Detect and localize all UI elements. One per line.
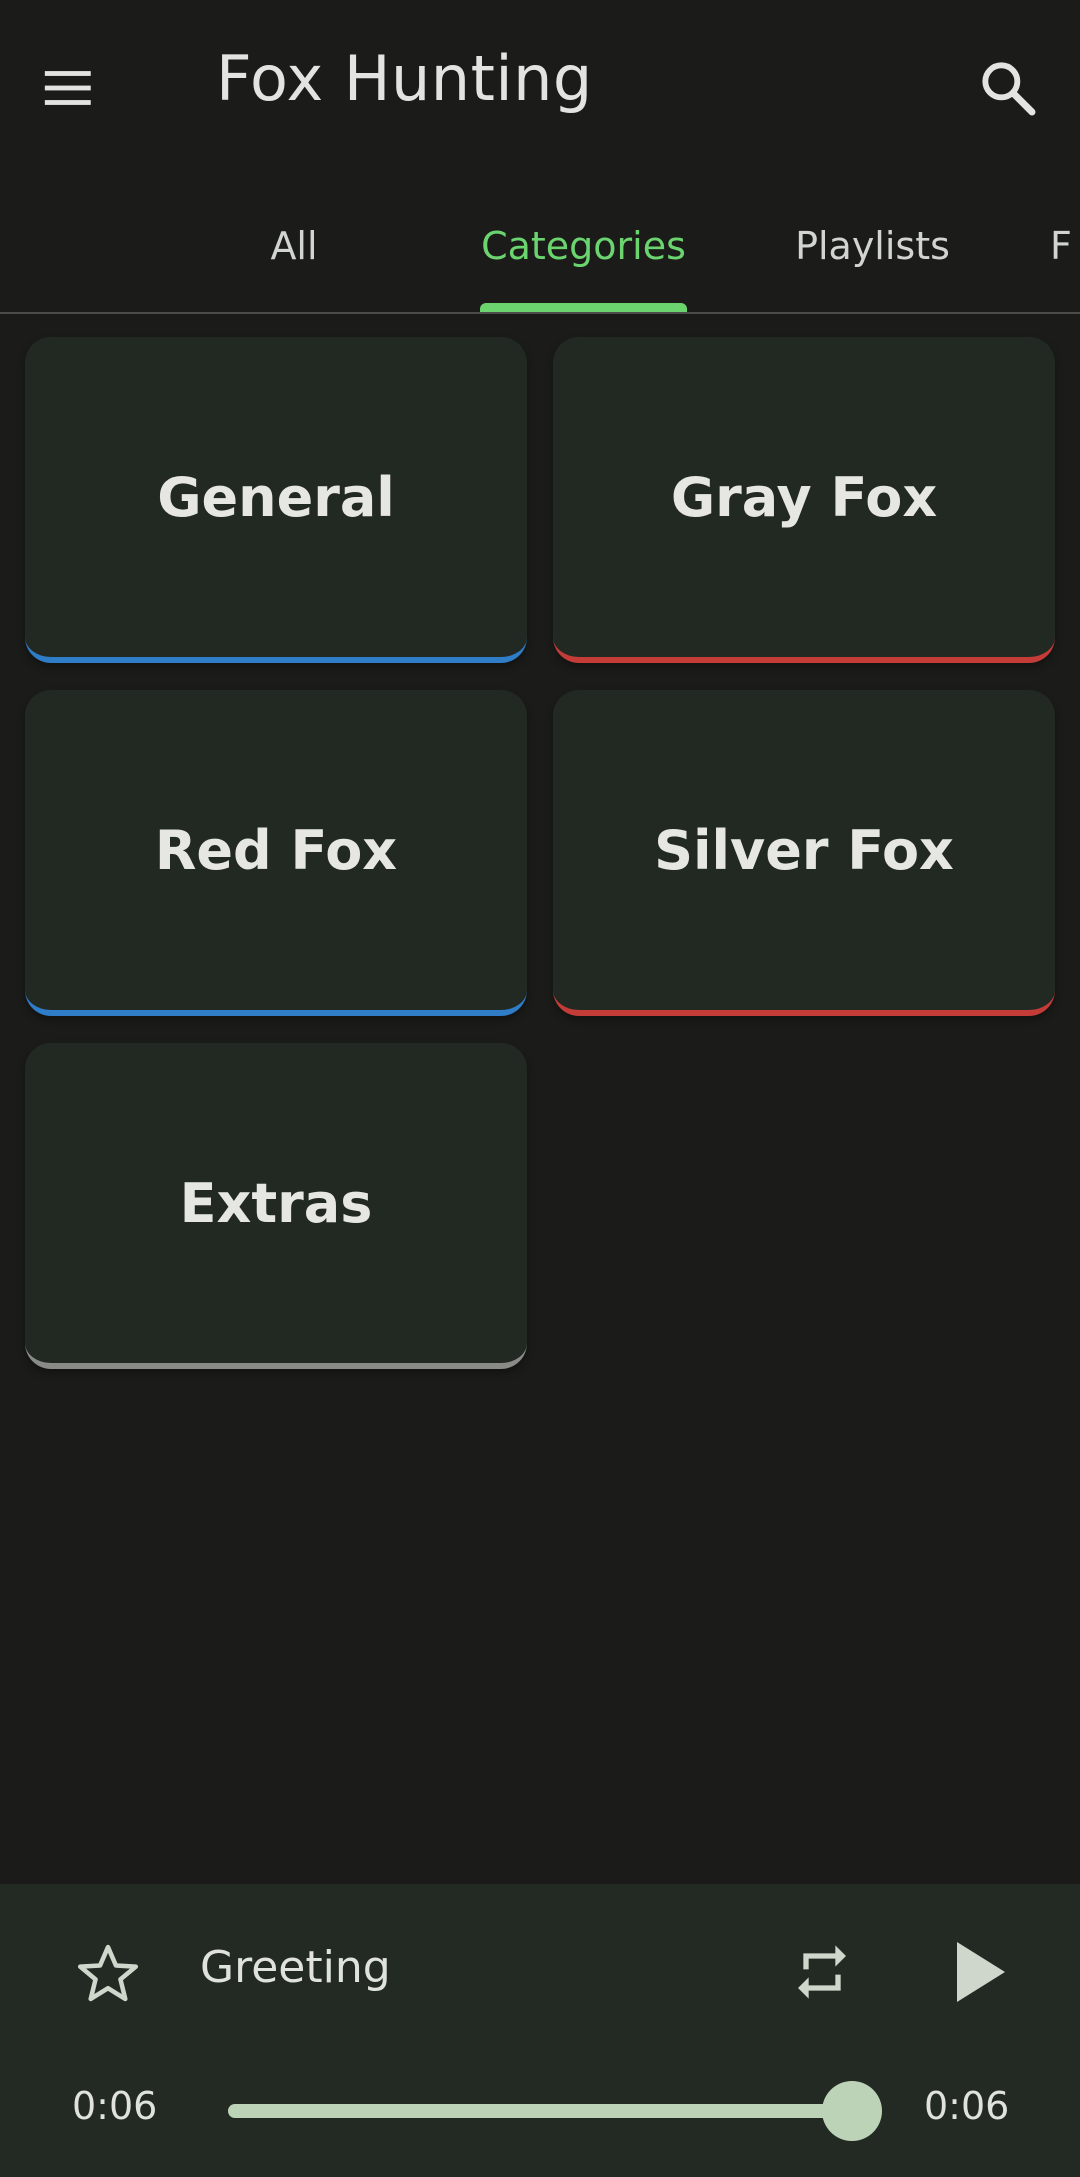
category-card-gray-fox[interactable]: Gray Fox (553, 337, 1055, 663)
tab-categories[interactable]: Categories (460, 180, 707, 312)
seek-bar[interactable] (228, 2081, 882, 2141)
search-button[interactable] (968, 48, 1048, 128)
page-title: Fox Hunting (216, 42, 593, 115)
play-button[interactable] (942, 1936, 1014, 2008)
tab-overflow[interactable]: F (1050, 180, 1080, 312)
star-outline-icon (77, 1944, 139, 2002)
category-label: Gray Fox (670, 465, 938, 529)
search-icon (982, 62, 1036, 116)
app-bar: Fox Hunting (0, 0, 1080, 170)
mini-player: Greeting 0:06 0:06 (0, 1884, 1080, 2177)
category-card-extras[interactable]: Extras (25, 1043, 527, 1369)
menu-button[interactable] (40, 48, 130, 128)
favorite-button[interactable] (74, 1940, 142, 2008)
category-label: Extras (179, 1171, 373, 1235)
category-card-silver-fox[interactable]: Silver Fox (553, 690, 1055, 1016)
total-duration: 0:06 (924, 2084, 1010, 2128)
seek-bar-thumb[interactable] (822, 2081, 882, 2141)
repeat-button[interactable] (790, 1940, 854, 2004)
category-card-general[interactable]: General (25, 337, 527, 663)
tab-all[interactable]: All (214, 180, 374, 312)
hamburger-menu-icon (44, 71, 91, 105)
category-label: Red Fox (154, 818, 398, 882)
tab-bar: All Categories Playlists F (0, 180, 1080, 314)
play-icon (957, 1942, 1005, 2002)
seek-bar-progress (228, 2104, 852, 2118)
category-label: Silver Fox (654, 818, 954, 882)
elapsed-time: 0:06 (72, 2084, 158, 2128)
track-title: Greeting (200, 1942, 391, 1993)
category-label: General (157, 465, 395, 529)
active-tab-indicator (480, 303, 687, 312)
category-card-red-fox[interactable]: Red Fox (25, 690, 527, 1016)
repeat-icon (798, 1945, 846, 1999)
tab-playlists[interactable]: Playlists (770, 180, 975, 312)
